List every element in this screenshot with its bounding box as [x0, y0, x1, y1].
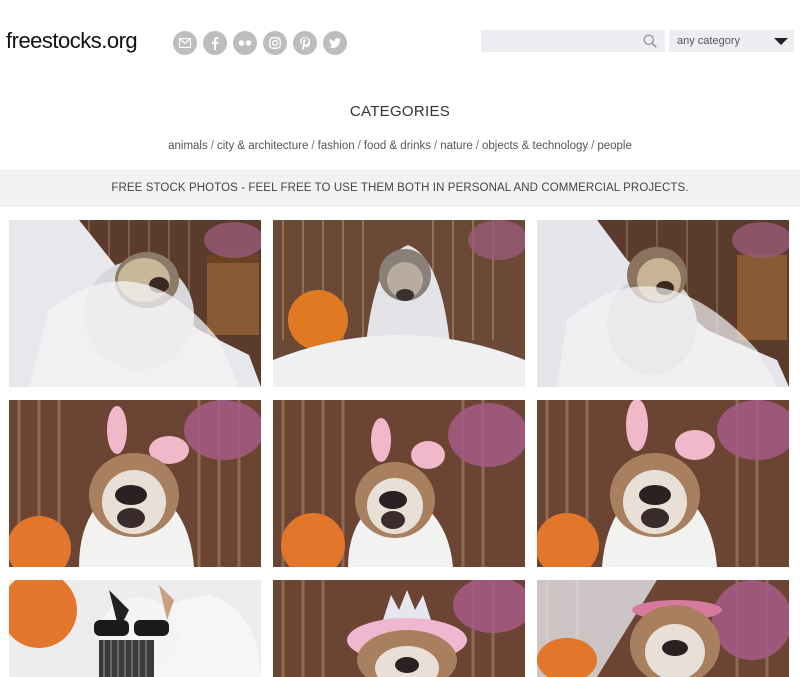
pinterest-icon[interactable]	[293, 31, 317, 55]
category-select-value: any category	[677, 35, 740, 47]
category-link-fashion[interactable]: fashion	[318, 140, 355, 152]
search-icon[interactable]	[643, 34, 657, 48]
categories-heading: CATEGORIES	[349, 103, 451, 120]
separator: /	[210, 140, 214, 152]
instagram-icon[interactable]	[263, 31, 287, 55]
social-links	[173, 31, 347, 55]
site-logo[interactable]: freestocks.org	[6, 28, 138, 54]
photo-thumbnail[interactable]	[273, 400, 525, 567]
photo-thumbnail[interactable]	[9, 220, 261, 387]
separator: /	[475, 140, 479, 152]
category-link-nature[interactable]: nature	[440, 140, 473, 152]
photo-thumbnail[interactable]	[537, 580, 789, 677]
separator: /	[311, 140, 315, 152]
category-link-animals[interactable]: animals	[168, 140, 208, 152]
facebook-icon[interactable]	[203, 31, 227, 55]
twitter-icon[interactable]	[323, 31, 347, 55]
photo-grid	[0, 207, 800, 677]
photo-thumbnail[interactable]	[537, 400, 789, 567]
search-input[interactable]	[481, 30, 643, 52]
category-link-food-drinks[interactable]: food & drinks	[364, 140, 431, 152]
photo-thumbnail[interactable]	[9, 400, 261, 567]
category-select[interactable]: any category	[669, 30, 794, 52]
chevron-down-icon	[774, 38, 788, 45]
category-links: animals / city & architecture / fashion / food…	[0, 140, 800, 152]
separator: /	[357, 140, 361, 152]
category-link-people[interactable]: people	[597, 140, 632, 152]
separator: /	[433, 140, 438, 152]
photo-thumbnail[interactable]	[273, 580, 525, 677]
site-header: freestocks.org any category	[0, 0, 800, 85]
category-link-city-architecture[interactable]: city & architecture	[217, 140, 308, 152]
separator: /	[591, 140, 595, 152]
info-banner: FREE STOCK PHOTOS - FEEL FREE TO USE THE…	[0, 170, 800, 207]
email-icon[interactable]	[173, 31, 197, 55]
photo-thumbnail[interactable]	[537, 220, 789, 387]
photo-thumbnail[interactable]	[273, 220, 525, 387]
flickr-icon[interactable]	[233, 31, 257, 55]
search-box	[481, 30, 665, 52]
category-link-objects-technology[interactable]: objects & technology	[482, 140, 588, 152]
photo-thumbnail[interactable]	[9, 580, 261, 677]
